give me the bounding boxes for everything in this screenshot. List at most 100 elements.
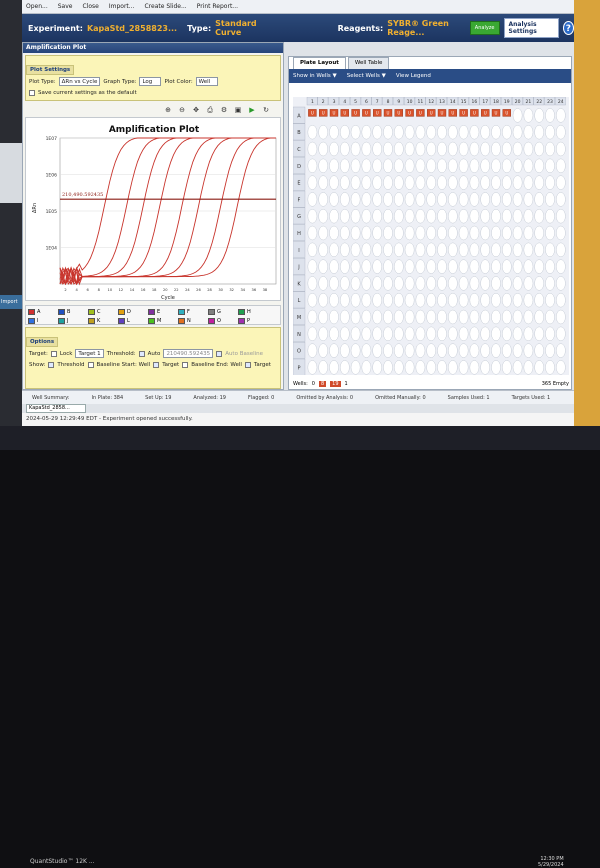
- baseline-start-checkbox[interactable]: [87, 362, 94, 368]
- settings-icon[interactable]: ⚙: [219, 105, 229, 115]
- zoom-out-icon[interactable]: ⊖: [177, 105, 187, 115]
- well-empty: [404, 276, 415, 291]
- plate-tabs: Plate Layout Well Table: [289, 57, 571, 69]
- create-slide-button[interactable]: Create Slide...: [144, 3, 186, 10]
- taskbar-app[interactable]: QuantStudio™ 12K ...: [30, 858, 95, 865]
- well-empty: [318, 141, 329, 157]
- omitted-analysis-count: Omitted by Analysis: 0: [296, 394, 354, 401]
- plate-grid[interactable]: 1 2 3 4 5 6 7 8 9 10 11 12 13 14 15 16 17 18 19 20 21 22 23 24A…: [293, 97, 569, 375]
- legend-swatch: [148, 308, 155, 315]
- legend-item[interactable]: F: [178, 307, 208, 316]
- close-button[interactable]: Close: [82, 3, 98, 10]
- baseline-end-checkbox[interactable]: [182, 362, 189, 368]
- well-empty: [307, 259, 318, 274]
- legend-item[interactable]: O: [208, 316, 238, 325]
- well-empty: [404, 242, 415, 258]
- target-show2-checkbox[interactable]: [244, 362, 251, 368]
- plot-settings-tab[interactable]: Plot Settings: [26, 65, 75, 75]
- auto-baseline-checkbox[interactable]: [216, 350, 223, 357]
- legend-item[interactable]: H: [238, 307, 268, 316]
- tab-well-table[interactable]: Well Table: [347, 57, 390, 69]
- plot-settings-panel: Plot Settings Plot Type: ΔRn vs Cycle Gr…: [25, 55, 281, 101]
- well-used-label: U: [365, 111, 368, 116]
- legend-item[interactable]: B: [58, 307, 88, 316]
- well-empty: [512, 108, 523, 123]
- well-empty: [340, 192, 350, 207]
- tab-plate-layout[interactable]: Plate Layout: [293, 57, 346, 69]
- well-used-label: U: [387, 111, 390, 116]
- plot-type-select[interactable]: ΔRn vs Cycle: [58, 77, 101, 86]
- legend-item[interactable]: M: [148, 316, 178, 325]
- run-icon[interactable]: ▶: [247, 105, 257, 115]
- well-empty: [329, 292, 339, 308]
- well-empty: [491, 158, 501, 174]
- well-empty: [447, 141, 458, 157]
- wells-count-unknown: 8: [318, 381, 327, 387]
- well-empty: [318, 259, 329, 274]
- well-used-label: U: [354, 111, 357, 116]
- legend-item[interactable]: C: [88, 307, 118, 316]
- help-icon[interactable]: ?: [562, 21, 574, 35]
- legend-item[interactable]: N: [178, 316, 208, 325]
- show-in-wells-menu[interactable]: Show in Wells ▼: [293, 73, 337, 79]
- well-empty: [512, 309, 523, 325]
- threshold-value-label: 210,490.592435: [62, 192, 103, 198]
- threshold-input[interactable]: 210490.592435: [163, 349, 214, 358]
- well-empty: [361, 309, 372, 325]
- legend-item[interactable]: A: [28, 307, 58, 316]
- well-empty: [361, 326, 372, 342]
- legend-item[interactable]: I: [28, 316, 58, 325]
- well-empty: [361, 242, 372, 258]
- experiment-document-tab[interactable]: KapaStd_2858...: [26, 404, 86, 413]
- well-empty: [555, 343, 566, 358]
- well-empty: [491, 192, 501, 207]
- target-select[interactable]: Target 1: [75, 349, 104, 358]
- well-empty: [329, 259, 339, 274]
- select-wells-menu[interactable]: Select Wells ▼: [347, 73, 386, 79]
- well-empty: [426, 309, 436, 325]
- graph-type-select[interactable]: Log: [139, 77, 162, 86]
- well-empty: [523, 225, 534, 241]
- baseline-start-label: Baseline Start: Well: [96, 362, 151, 368]
- save-button[interactable]: Save: [58, 3, 73, 10]
- import-button[interactable]: Import...: [109, 3, 135, 10]
- view-legend-button[interactable]: View Legend: [396, 73, 431, 79]
- export-icon[interactable]: ⎙: [205, 105, 215, 115]
- left-side-import-tab[interactable]: Import: [0, 295, 22, 309]
- lock-checkbox[interactable]: [50, 350, 57, 357]
- well-empty: [426, 360, 436, 375]
- well-empty: [469, 326, 480, 342]
- column-header-label: 5: [354, 99, 357, 105]
- row-header-label: F: [298, 197, 301, 203]
- zoom-in-icon[interactable]: ⊕: [163, 105, 173, 115]
- analyze-button[interactable]: Analyze: [469, 21, 500, 35]
- open-button[interactable]: Open...: [26, 3, 48, 10]
- legend-item[interactable]: D: [118, 307, 148, 316]
- show-threshold-checkbox[interactable]: [48, 362, 55, 368]
- refresh-icon[interactable]: ↻: [261, 105, 271, 115]
- application-window: Open... Save Close Import... Create Slid…: [22, 0, 574, 426]
- well-empty: [480, 225, 490, 241]
- print-report-button[interactable]: Print Report...: [197, 3, 238, 10]
- legend-swatch: [28, 308, 35, 315]
- well-used-label: U: [419, 111, 422, 116]
- save-plot-icon[interactable]: ▣: [233, 105, 243, 115]
- row-header-label: D: [297, 164, 301, 170]
- well-empty: [469, 125, 480, 140]
- legend-item[interactable]: P: [238, 316, 268, 325]
- legend-item[interactable]: K: [88, 316, 118, 325]
- well-empty: [318, 242, 329, 258]
- legend-item[interactable]: L: [118, 316, 148, 325]
- well-empty: [307, 242, 318, 258]
- plot-color-select[interactable]: Well: [195, 77, 218, 86]
- legend-item[interactable]: E: [148, 307, 178, 316]
- save-default-checkbox[interactable]: [29, 90, 35, 96]
- legend-swatch: [208, 308, 215, 315]
- auto-threshold-checkbox[interactable]: [138, 350, 145, 357]
- legend-item[interactable]: G: [208, 307, 238, 316]
- pan-icon[interactable]: ✥: [191, 105, 201, 115]
- analysis-settings-button[interactable]: Analysis Settings: [503, 18, 559, 38]
- well-empty: [491, 175, 501, 190]
- target-show-checkbox[interactable]: [153, 362, 160, 368]
- legend-item[interactable]: J: [58, 316, 88, 325]
